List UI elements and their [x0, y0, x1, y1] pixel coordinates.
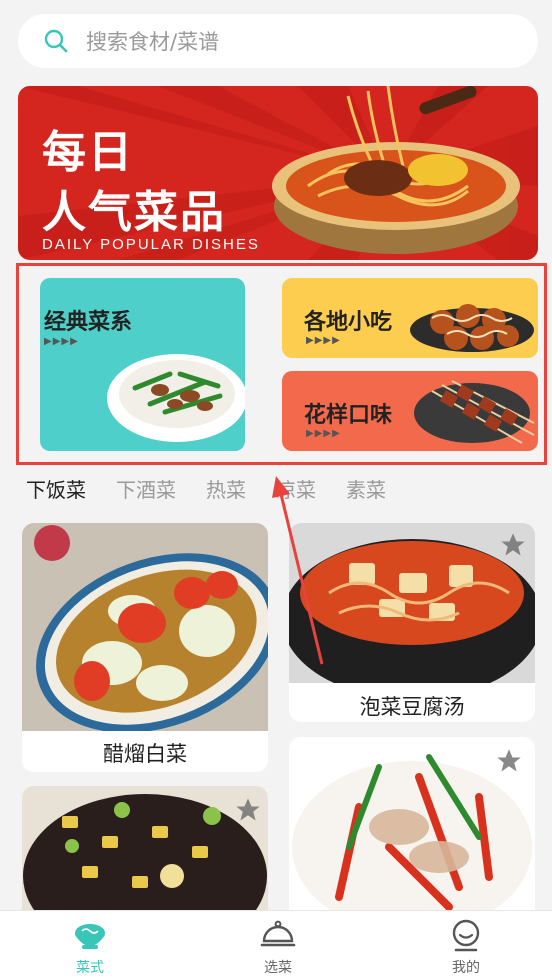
tabbar-item-choose[interactable]: 选菜 [238, 919, 318, 977]
tab-vegetarian[interactable]: 素菜 [346, 474, 386, 503]
skewers-image [414, 380, 535, 444]
dish-category-tabs: 下饭菜 下酒菜 热菜 凉菜 素菜 [26, 474, 416, 503]
dish-name: 醋熘白菜 [103, 742, 187, 766]
dish-card[interactable] [22, 786, 268, 926]
stir-fry-dish-image [107, 354, 245, 442]
cloche-icon [260, 920, 296, 947]
user-icon [452, 919, 480, 952]
tabbar-item-dishes[interactable]: 菜式 [50, 919, 130, 977]
dish-card[interactable]: 醋熘白菜 [22, 523, 268, 772]
banner-title-line2: 人气菜品 [42, 187, 226, 238]
dish-card[interactable]: 泡菜豆腐汤 [289, 523, 535, 722]
tabbar-item-me[interactable]: 我的 [426, 919, 506, 977]
takoyaki-image [410, 304, 534, 352]
star-icon[interactable] [499, 531, 527, 559]
category-classic-cuisine[interactable]: 经典菜系 ▶▶▶▶ [40, 278, 245, 451]
promo-banner[interactable]: 每日 人气菜品 DAILY POPULAR DISHES [18, 86, 538, 260]
search-input[interactable]: 搜索食材/菜谱 [86, 26, 219, 56]
tab-cold-dishes[interactable]: 凉菜 [276, 474, 316, 503]
tab-drinking-snacks[interactable]: 下酒菜 [116, 474, 176, 503]
tabbar-label: 菜式 [76, 960, 104, 976]
bottom-tab-bar: 菜式 选菜 我的 [0, 910, 552, 979]
tab-hot-dishes[interactable]: 热菜 [206, 474, 246, 503]
banner-title-line1: 每日 [42, 127, 134, 178]
bowl-icon [75, 924, 105, 949]
search-bar[interactable]: 搜索食材/菜谱 [18, 14, 538, 68]
category-flavor-variety[interactable]: 花样口味 ▶▶▶▶ [282, 371, 538, 451]
banner-subtitle: DAILY POPULAR DISHES [42, 236, 260, 253]
tabbar-label: 选菜 [264, 960, 292, 976]
dish-image [22, 523, 268, 731]
tabbar-label: 我的 [452, 960, 480, 976]
star-icon[interactable] [234, 796, 262, 824]
category-local-snacks[interactable]: 各地小吃 ▶▶▶▶ [282, 278, 538, 358]
dish-image [22, 786, 268, 926]
star-icon[interactable] [495, 747, 523, 775]
search-icon [44, 29, 68, 53]
dish-card[interactable] [289, 737, 535, 927]
tab-rice-dishes[interactable]: 下饭菜 [26, 474, 86, 503]
dish-name: 泡菜豆腐汤 [359, 695, 465, 719]
